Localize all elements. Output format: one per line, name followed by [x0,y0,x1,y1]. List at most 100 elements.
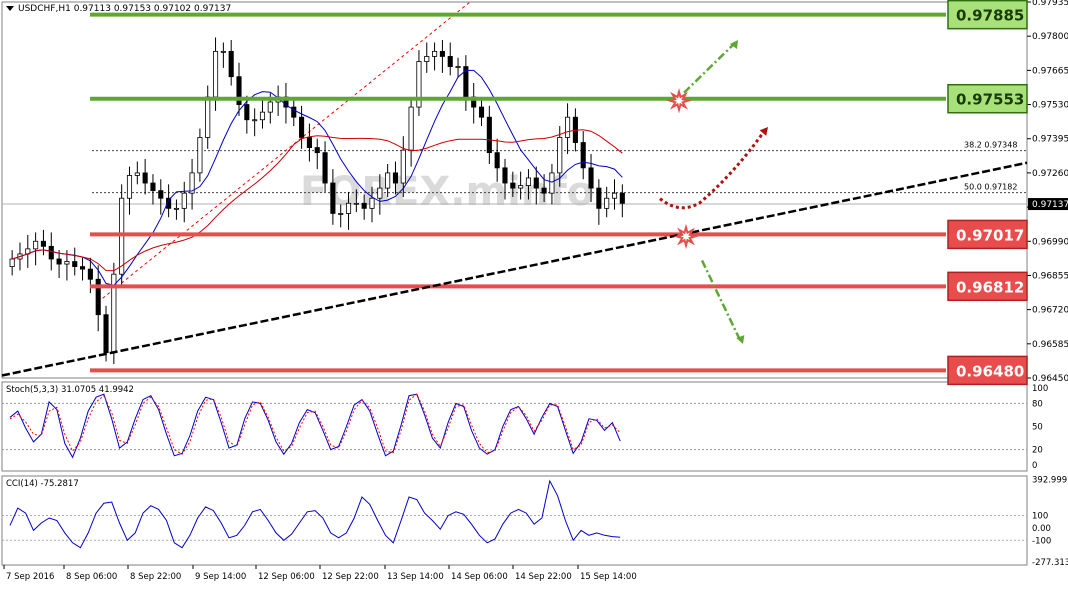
x-tick-label: 8 Sep 06:00 [66,572,117,582]
resistance-level-label: 0.97553 [956,91,1024,109]
candle-body [212,50,219,98]
ohlc-close: 0.97137 [194,4,232,14]
stoch-label: Stoch(5,3,3) 31.0705 41.9942 [6,385,134,395]
candle-body [345,202,352,214]
price-ytick-label: 0.96990 [1032,237,1068,247]
chart-header: USDCHF,H1 0.97113 0.97153 0.97102 0.9713… [6,4,231,14]
candle-body [338,213,344,215]
candle-body [510,182,516,189]
candle-body [361,202,367,209]
candle-body [432,50,438,57]
candle-body [142,172,148,184]
candle-body [494,152,500,169]
candle-body [56,258,62,265]
candle-body [126,175,133,199]
dropdown-arrow-icon[interactable] [6,6,14,11]
candle-body [541,187,547,194]
cci-ytick-label: -277.3139 [1032,558,1068,568]
x-tick-label: 12 Sep 22:00 [322,572,379,582]
candle-body [299,116,305,138]
stoch-ytick-label: 0 [1032,461,1037,471]
candle-body [619,192,625,204]
stoch-ytick-label: 20 [1032,446,1043,456]
stoch-ytick-label: 100 [1032,384,1048,394]
support-level-label: 0.96480 [956,362,1024,380]
x-tick-label: 7 Sep 2016 [6,572,54,582]
ohlc-low: 0.97102 [153,4,192,14]
x-tick-label: 14 Sep 22:00 [515,572,572,582]
stoch-ytick-label: 80 [1032,399,1043,409]
candle-body [455,66,461,68]
x-tick-label: 9 Sep 14:00 [195,572,246,582]
price-ytick-label: 0.97260 [1032,169,1068,179]
cci-ytick-label: 100 [1032,512,1048,522]
candle-body [40,240,46,247]
candle-body [72,261,78,267]
candle-body [259,111,266,121]
candle-body [533,177,539,189]
candle-body [596,187,602,209]
candle-body [228,50,234,78]
candle-body [330,182,336,214]
ohlc-high: 0.97153 [113,4,152,14]
candle-body [611,192,618,199]
chart-canvas: 0.97935 0.97800 0.97665 0.97530 0.97395 0.972… [1,0,1068,582]
candle-body [557,137,563,174]
candle-body [518,185,524,189]
cci-label: CCI(14) -75.2817 [6,479,79,489]
candle-body [525,177,532,186]
candle-body [565,116,571,138]
candle-body [369,197,375,209]
cci-ytick-label: 0.00 [1032,524,1051,534]
cci-panel-frame [1,475,1028,566]
candle-body [220,50,226,53]
candle-body [267,101,273,113]
support-level-label: 0.97017 [956,226,1024,244]
x-tick-label: 15 Sep 14:00 [580,572,637,582]
price-ytick-label: 0.97935 [1032,0,1068,8]
candle-body [158,190,164,199]
breakdown-star-icon [673,223,699,250]
candle-body [80,266,86,270]
candle-body [306,137,312,148]
x-tick-label: 14 Sep 06:00 [451,572,508,582]
candle-body [48,245,54,260]
price-ytick-label: 0.96450 [1032,374,1068,384]
chart-stage: USDCHF,H1 0.97113 0.97153 0.97102 0.9713… [0,0,1068,591]
candle-body [588,167,594,189]
candle-body [549,172,555,194]
candle-body [150,182,156,192]
candle-body [447,56,453,67]
candle-body [244,104,250,121]
candle-body [377,187,383,199]
fib-level-label: 38.2 0.97348 [964,141,1017,150]
price-ytick-label: 0.96585 [1032,340,1068,350]
price-ytick-label: 0.97800 [1032,32,1068,42]
candle-body [486,116,492,154]
candle-body [400,149,406,184]
candle-body [33,240,39,250]
stoch-ytick-label: 50 [1032,423,1043,433]
cci-ytick-label: 392.9997 [1032,475,1068,485]
candle-body [439,50,445,57]
candle-body [424,56,430,62]
candle-body [502,167,508,184]
candle-body [64,261,70,265]
price-ytick-label: 0.97530 [1032,101,1068,111]
candle-body [252,119,258,122]
candle-body [205,96,211,138]
symbol-label: USDCHF [18,4,56,14]
candle-body [392,172,399,184]
candle-body [197,137,203,174]
candle-body [580,142,586,169]
fib-level-label: 50.0 0.97182 [964,183,1017,192]
candle-body [353,202,359,205]
support-level-label: 0.96812 [956,278,1024,296]
candle-body [181,192,187,209]
resistance-level-label: 0.97885 [956,7,1024,25]
current-price-label: 0.97137 [1032,200,1068,210]
x-tick-label: 12 Sep 06:00 [258,572,315,582]
x-tick-label: 13 Sep 14:00 [387,572,444,582]
candle-body [478,106,485,118]
ohlc-open: 0.97113 [73,4,111,14]
